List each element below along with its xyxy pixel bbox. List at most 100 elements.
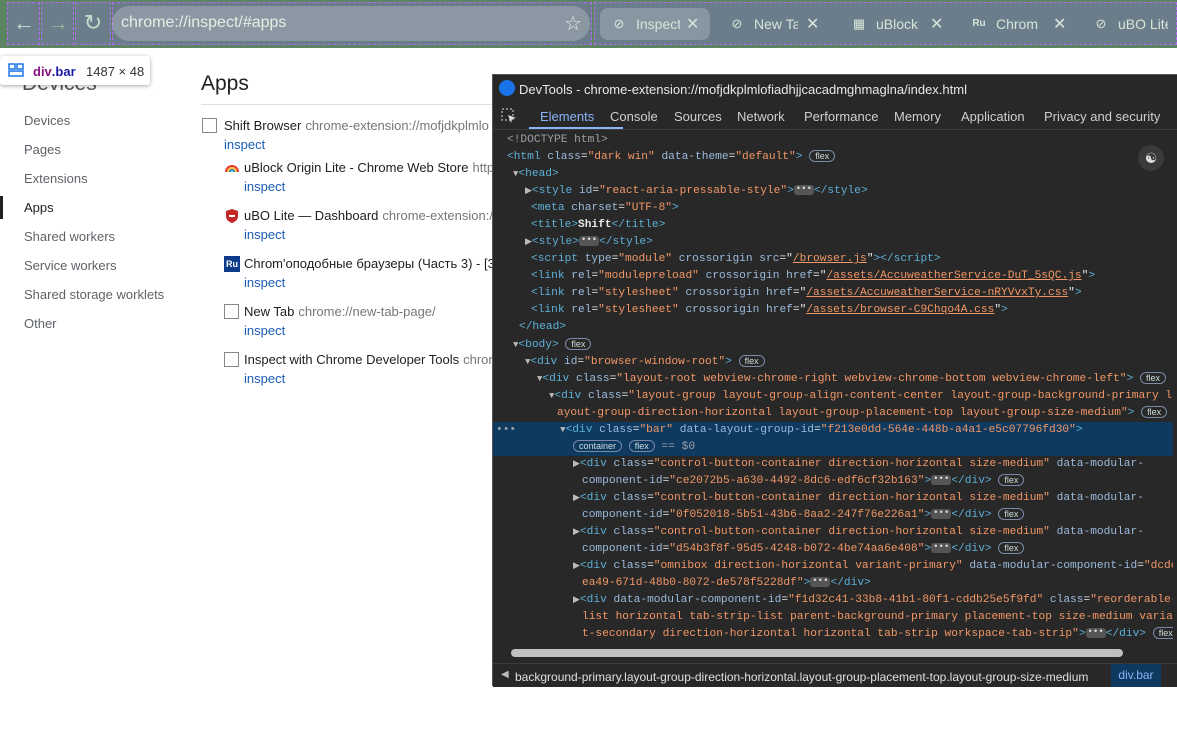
- container-badge[interactable]: container: [573, 440, 623, 453]
- dom-node-continuation: list horizontal tab-strip-list parent-ba…: [582, 611, 1173, 623]
- dom-node[interactable]: <link rel="stylesheet" crossorigin href=…: [531, 302, 1008, 319]
- chrome-icon: ⊘: [731, 16, 743, 31]
- flex-badge[interactable]: flex: [628, 440, 655, 453]
- ublock-icon: ▦: [852, 16, 866, 31]
- close-icon[interactable]: ✕: [930, 14, 943, 34]
- dom-node[interactable]: <html class="dark win" data-theme="defau…: [507, 149, 836, 166]
- sidebar-item-other[interactable]: Other: [0, 309, 190, 338]
- tab-ubo-lite[interactable]: ⊘ uBO Lite: [1082, 8, 1177, 40]
- close-icon[interactable]: ✕: [806, 14, 819, 34]
- dom-node[interactable]: <script type="module" crossorigin src="/…: [531, 251, 941, 268]
- tab-sources[interactable]: Sources: [674, 109, 722, 124]
- horizontal-scrollbar[interactable]: [493, 647, 1177, 659]
- flex-badge[interactable]: flex: [1141, 406, 1168, 419]
- dom-node[interactable]: ▶<div class="omnibox direction-horizonta…: [573, 558, 1173, 575]
- close-icon[interactable]: ✕: [686, 14, 699, 34]
- tab-title: Inspect: [636, 16, 680, 32]
- chrome-icon: ⊘: [1095, 16, 1107, 31]
- list-item: uBO Lite — Dashboard chrome-extension:/ i…: [202, 205, 502, 253]
- sidebar-item-apps[interactable]: Apps: [0, 193, 190, 222]
- reload-button[interactable]: ↻: [78, 8, 108, 38]
- inspect-link[interactable]: inspect: [244, 371, 285, 386]
- dom-node[interactable]: <title>Shift</title>: [531, 217, 665, 234]
- breadcrumb-path[interactable]: background-primary.layout-group-directio…: [515, 670, 1105, 684]
- breadcrumb: ◀ background-primary.layout-group-direct…: [493, 663, 1177, 687]
- dom-node-selected[interactable]: ••• ▼<div class="bar" data-layout-group-i…: [493, 422, 1173, 439]
- inspect-link[interactable]: inspect: [244, 323, 285, 338]
- rainbow-icon: [225, 165, 239, 173]
- flex-badge[interactable]: flex: [738, 355, 765, 368]
- tab-elements[interactable]: Elements: [540, 109, 594, 124]
- dom-node[interactable]: ▼<head>: [513, 166, 559, 183]
- forward-button[interactable]: →: [43, 8, 73, 38]
- star-icon[interactable]: ☆: [564, 11, 582, 36]
- dom-node[interactable]: ▶<div data-modular-component-id="f1d32c4…: [573, 592, 1173, 609]
- flex-badge[interactable]: flex: [1152, 627, 1173, 640]
- dom-node[interactable]: <!DOCTYPE html>: [507, 132, 608, 149]
- tab-new-tab[interactable]: ⊘ New Ta ✕: [718, 8, 830, 40]
- app-url: chrome://new-tab-page/: [298, 304, 436, 319]
- dom-node-continuation: ayout-group-direction-horizontal layout-…: [557, 405, 1168, 422]
- dom-node[interactable]: ▼<div id="browser-window-root"> flex: [525, 354, 765, 371]
- accessibility-button[interactable]: ☯: [1138, 145, 1164, 171]
- element-picker-icon[interactable]: [501, 108, 517, 124]
- dom-node[interactable]: ▶<div class="control-button-container di…: [573, 456, 1144, 473]
- address-text[interactable]: chrome://inspect/#apps: [121, 14, 286, 32]
- flex-badge[interactable]: flex: [1139, 372, 1166, 385]
- scrollbar-thumb[interactable]: [511, 649, 1123, 657]
- dom-node[interactable]: ▼<div class="layout-group layout-group-a…: [549, 388, 1172, 405]
- scroll-left-icon[interactable]: ◀: [501, 669, 509, 680]
- dom-node[interactable]: ▶<div class="control-button-container di…: [573, 490, 1144, 507]
- breadcrumb-current[interactable]: div.bar: [1111, 664, 1161, 687]
- dom-node[interactable]: <link rel="stylesheet" crossorigin href=…: [531, 285, 1082, 302]
- dom-node[interactable]: ▶<style id="react-aria-pressable-style">…: [525, 183, 868, 200]
- sidebar-item-service-workers[interactable]: Service workers: [0, 251, 190, 280]
- tab-chrom[interactable]: Ru Chrom ✕: [960, 8, 1078, 40]
- chrome-icon: ⊘: [613, 16, 625, 31]
- back-button[interactable]: ←: [9, 8, 39, 38]
- tab-memory[interactable]: Memory: [894, 109, 941, 124]
- tab-title: New Ta: [754, 16, 798, 32]
- dom-node-continuation: ea49-671d-48b0-8072-de578f5228df"> ••• </d…: [582, 576, 871, 589]
- address-bar[interactable]: chrome://inspect/#apps ☆: [112, 6, 590, 41]
- flex-badge[interactable]: flex: [998, 508, 1025, 521]
- dom-node[interactable]: ▶<style> ••• </style>: [525, 234, 653, 251]
- tab-inspect[interactable]: ⊘ Inspect ✕: [600, 8, 710, 40]
- tab-console[interactable]: Console: [610, 109, 658, 124]
- tab-title: uBlock: [876, 16, 918, 32]
- blank-page-icon: [224, 352, 239, 367]
- tab-application[interactable]: Application: [961, 109, 1025, 124]
- sidebar-item-extensions[interactable]: Extensions: [0, 164, 190, 193]
- list-item: Shift Browser chrome-extension://mofjdkpl…: [202, 115, 502, 163]
- close-icon[interactable]: ✕: [1053, 14, 1066, 34]
- flex-badge[interactable]: flex: [565, 338, 592, 351]
- app-name: Inspect with Chrome Developer Tools: [244, 352, 460, 367]
- tab-network[interactable]: Network: [737, 109, 785, 124]
- dom-tree: <!DOCTYPE html> <html class="dark win" d…: [493, 131, 1173, 651]
- sidebar-item-pages[interactable]: Pages: [0, 135, 190, 164]
- tab-performance[interactable]: Performance: [804, 109, 878, 124]
- dom-node[interactable]: ▶<div class="control-button-container di…: [573, 524, 1144, 541]
- sidebar-item-shared-workers[interactable]: Shared workers: [0, 222, 190, 251]
- sidebar-item-devices[interactable]: Devices: [0, 106, 190, 135]
- arrow-right-icon: →: [47, 10, 69, 35]
- tab-ublock[interactable]: ▦ uBlock ✕: [840, 8, 950, 40]
- dom-node[interactable]: ▼<div class="layout-root webview-chrome-…: [537, 371, 1166, 388]
- inspect-link[interactable]: inspect: [244, 227, 285, 242]
- collapse-arrow-icon: ▶: [573, 459, 580, 469]
- dom-node[interactable]: <link rel="modulepreload" crossorigin hr…: [531, 268, 1095, 285]
- flex-badge[interactable]: flex: [809, 150, 836, 163]
- flex-badge[interactable]: flex: [998, 542, 1025, 555]
- sidebar-item-shared-storage-worklets[interactable]: Shared storage worklets: [0, 280, 190, 309]
- inspect-link[interactable]: inspect: [224, 137, 265, 152]
- inspect-link[interactable]: inspect: [244, 179, 285, 194]
- dom-node[interactable]: <meta charset="UTF-8">: [531, 200, 679, 217]
- dom-node[interactable]: ▼<body> flex: [513, 337, 592, 354]
- collapse-arrow-icon: ▶: [573, 561, 580, 571]
- dom-node[interactable]: </head>: [519, 319, 566, 336]
- sidebar: Devices Pages Extensions Apps Shared wor…: [0, 106, 190, 338]
- dom-node-selected-badges: container flex == $0: [493, 439, 1173, 456]
- inspect-link[interactable]: inspect: [244, 275, 285, 290]
- flex-badge[interactable]: flex: [998, 474, 1025, 487]
- tab-privacy-and-security[interactable]: Privacy and security: [1044, 109, 1160, 124]
